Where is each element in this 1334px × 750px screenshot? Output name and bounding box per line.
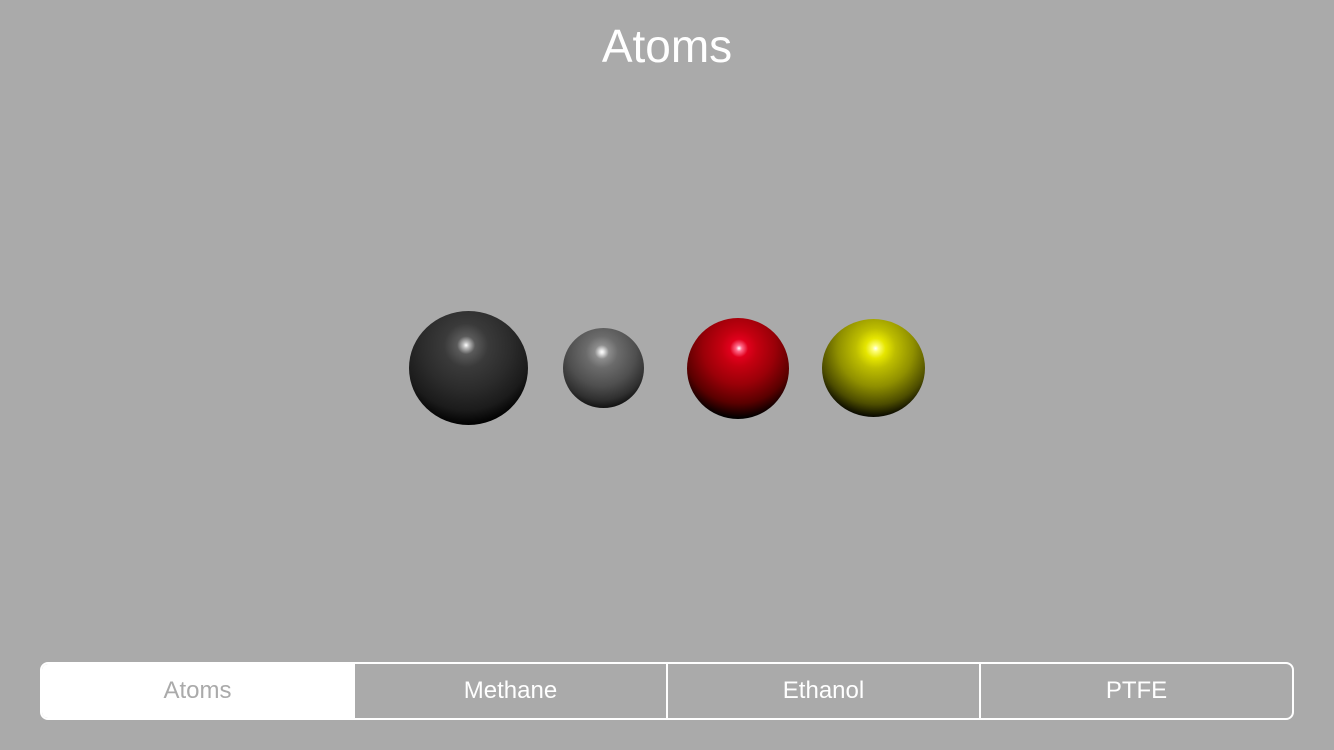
black-atom-sphere[interactable] xyxy=(409,311,528,425)
red-atom-sphere[interactable] xyxy=(687,318,789,419)
segment-methane[interactable]: Methane xyxy=(353,664,666,718)
segmented-control: Atoms Methane Ethanol PTFE xyxy=(40,662,1294,720)
segment-ethanol[interactable]: Ethanol xyxy=(666,664,979,718)
segment-atoms[interactable]: Atoms xyxy=(42,664,353,718)
segment-ptfe[interactable]: PTFE xyxy=(979,664,1292,718)
molecule-scene-view[interactable] xyxy=(0,0,1334,750)
grey-atom-sphere[interactable] xyxy=(563,328,644,408)
yellow-atom-sphere[interactable] xyxy=(822,319,925,417)
